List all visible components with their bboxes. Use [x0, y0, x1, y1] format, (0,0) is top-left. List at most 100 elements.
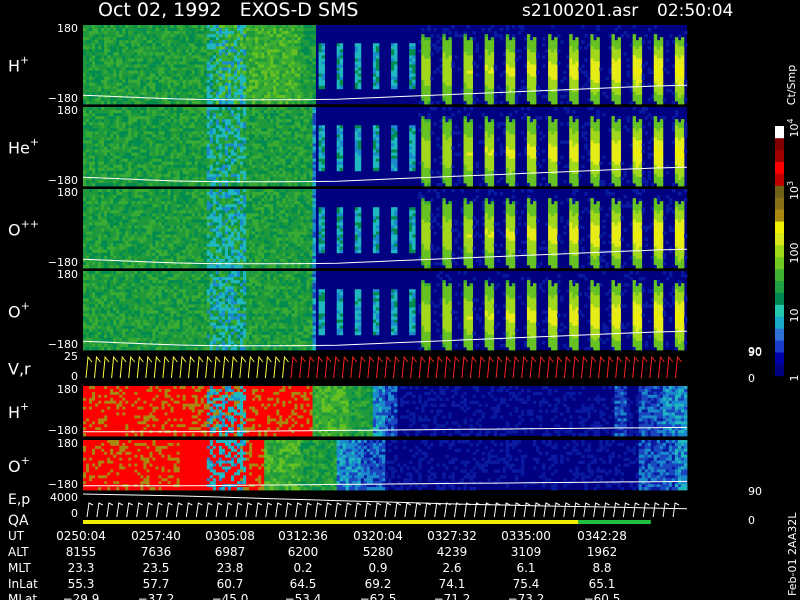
heatmap-cell — [255, 46, 259, 50]
heatmap-cell — [173, 164, 178, 169]
heatmap-cell — [197, 25, 202, 29]
heatmap-cell — [602, 91, 606, 96]
heatmap-cell — [354, 76, 359, 81]
heatmap-cell — [638, 91, 643, 96]
heatmap-cell — [140, 116, 144, 120]
heatmap-cell — [424, 61, 428, 65]
heatmap-cell — [421, 37, 425, 41]
heatmap-cell — [590, 67, 594, 71]
heatmap-cell — [179, 82, 184, 87]
heatmap-cell — [131, 85, 135, 90]
heatmap-cell — [294, 91, 298, 96]
heatmap-cell — [249, 116, 253, 120]
heatmap-cell — [185, 70, 190, 75]
heatmap-cell — [140, 137, 144, 141]
heatmap-cell — [261, 134, 265, 138]
heatmap-cell — [288, 34, 292, 38]
heatmap-cell — [258, 182, 262, 187]
heatmap-cell — [246, 140, 250, 144]
heatmap-cell — [508, 58, 513, 62]
heatmap-cell — [200, 88, 205, 93]
heatmap-cell — [107, 31, 111, 35]
heatmap-cell — [575, 100, 579, 105]
heatmap-cell — [590, 52, 594, 56]
heatmap-cell — [230, 167, 235, 172]
heatmap-cell — [227, 37, 232, 41]
heatmap-cell — [140, 100, 144, 105]
heatmap-cell — [532, 64, 537, 68]
heatmap-cell — [164, 107, 168, 111]
heatmap-cell — [149, 158, 153, 163]
heatmap-cell — [140, 40, 144, 44]
heatmap-cell — [276, 134, 280, 138]
heatmap-cell — [469, 100, 473, 105]
heatmap-cell — [215, 31, 220, 35]
heatmap-cell — [155, 34, 159, 38]
heatmap-cell — [89, 91, 93, 96]
heatmap-cell — [240, 155, 244, 160]
heatmap-cell — [221, 25, 226, 29]
heatmap-cell — [614, 52, 618, 56]
heatmap-cell — [674, 70, 679, 75]
heatmap-cell — [83, 52, 87, 56]
heatmap-cell — [246, 173, 250, 178]
heatmap-cell — [209, 88, 214, 93]
heatmap-cell — [83, 25, 87, 29]
heatmap-cell — [206, 107, 211, 111]
heatmap-cell — [137, 125, 141, 129]
heatmap-cell — [149, 110, 153, 114]
heatmap-cell — [243, 73, 247, 78]
heatmap-cell — [442, 73, 446, 78]
heatmap-cell — [104, 113, 108, 117]
heatmap-cell — [104, 137, 108, 141]
heatmap-cell — [101, 85, 105, 90]
heatmap-cell — [209, 67, 214, 71]
heatmap-cell — [143, 119, 147, 123]
heatmap-cell — [89, 182, 93, 187]
heatmap-cell — [95, 173, 99, 178]
heatmap-cell — [179, 52, 184, 56]
heatmap-cell — [237, 70, 241, 75]
heatmap-cell — [128, 146, 132, 150]
heatmap-cell — [218, 113, 223, 117]
heatmap-cell — [354, 73, 359, 78]
heatmap-cell — [155, 58, 159, 62]
heatmap-cell — [131, 131, 135, 135]
heatmap-cell — [191, 82, 196, 87]
heatmap-cell — [182, 167, 187, 172]
heatmap-cell — [276, 128, 280, 132]
heatmap-cell — [98, 164, 102, 169]
heatmap-cell — [101, 140, 105, 144]
heatmap-cell — [252, 94, 256, 99]
heatmap-cell — [143, 152, 147, 157]
heatmap-cell — [215, 28, 220, 32]
heatmap-cell — [146, 76, 150, 81]
heatmap-cell — [300, 52, 304, 56]
heatmap-cell — [101, 55, 105, 59]
heatmap-cell — [116, 167, 120, 172]
heatmap-cell — [469, 97, 473, 102]
heatmap-cell — [182, 128, 187, 132]
heatmap-cell — [101, 94, 105, 99]
heatmap-cell — [230, 176, 235, 181]
heatmap-cell — [203, 52, 208, 56]
heatmap-cell — [212, 146, 217, 150]
heatmap-cell — [442, 49, 446, 53]
heatmap-cell — [258, 94, 262, 99]
heatmap-cell — [375, 61, 380, 65]
heatmap-cell — [116, 73, 120, 78]
heatmap-cell — [584, 73, 588, 78]
heatmap-cell — [212, 67, 217, 71]
heatmap-cell — [635, 40, 640, 44]
heatmap-cell — [122, 134, 126, 138]
heatmap-cell — [224, 85, 229, 90]
heatmap-cell — [267, 152, 271, 157]
heatmap-cell — [276, 67, 280, 71]
heatmap-cell — [143, 158, 147, 163]
heatmap-cell — [95, 37, 99, 41]
heatmap-cell — [632, 49, 637, 53]
heatmap-cell — [197, 143, 202, 147]
heatmap-cell — [354, 67, 359, 71]
heatmap-cell — [276, 137, 280, 141]
heatmap-cell — [240, 149, 244, 153]
